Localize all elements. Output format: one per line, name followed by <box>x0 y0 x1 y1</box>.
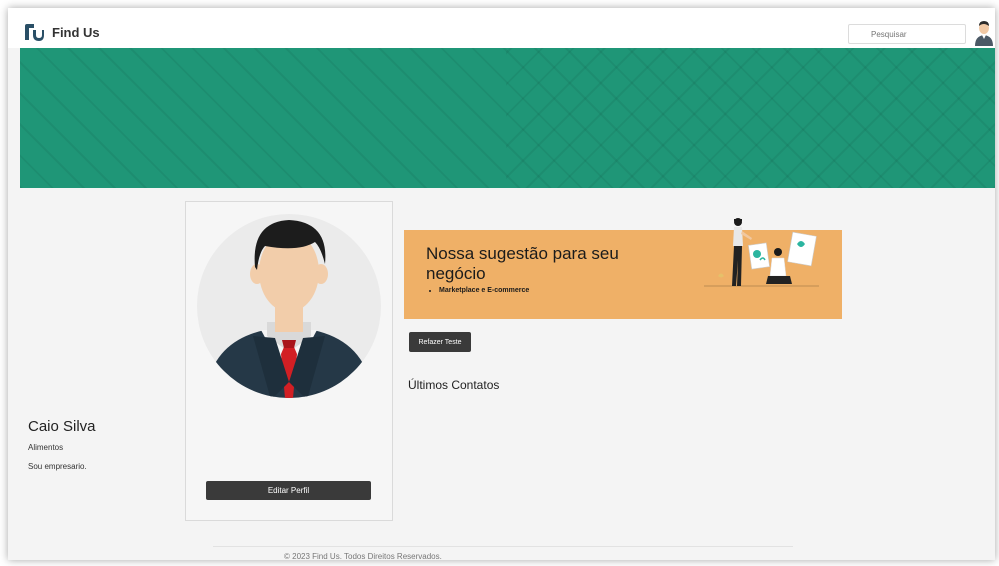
app-window: Find Us Pesquisar Caio Silva Alimentos S… <box>8 8 995 560</box>
profile-name: Caio Silva <box>28 418 96 435</box>
footer-divider <box>213 546 793 547</box>
profile-sector: Alimentos <box>28 443 64 452</box>
cover-banner-pattern <box>506 48 995 188</box>
recent-contacts-heading: Últimos Contatos <box>408 378 500 392</box>
user-avatar-icon[interactable] <box>974 20 994 46</box>
profile-card <box>185 201 393 521</box>
suggestion-title: Nossa sugestão para seu negócio <box>426 244 619 283</box>
suggestion-list: Marketplace e E-commerce <box>424 287 529 294</box>
retry-test-button[interactable]: Refazer Teste <box>409 332 471 352</box>
people-presentation-illustration <box>704 218 819 287</box>
suggestion-card: Nossa sugestão para seu negócio Marketpl… <box>404 218 842 319</box>
suggestion-item: Marketplace e E-commerce <box>439 287 529 294</box>
page-gutter <box>8 48 20 560</box>
app-title[interactable]: Find Us <box>52 25 100 40</box>
profile-bio: Sou empresario. <box>28 462 87 471</box>
businessman-avatar-icon <box>197 214 381 398</box>
find-us-logo-icon[interactable] <box>23 22 45 42</box>
footer-copyright: © 2023 Find Us. Todos Direitos Reservado… <box>284 552 442 560</box>
search-input[interactable] <box>848 24 966 44</box>
top-navbar: Find Us <box>8 8 995 48</box>
edit-profile-button[interactable]: Editar Perfil <box>206 481 371 500</box>
